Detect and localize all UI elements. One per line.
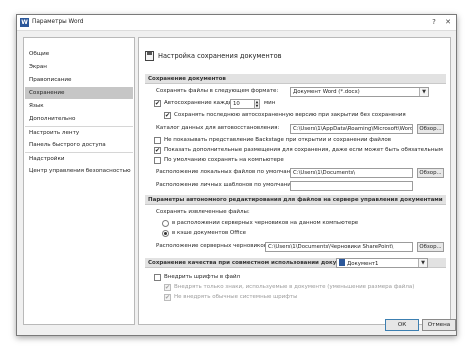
radio-server-drafts[interactable] <box>162 220 169 227</box>
section-server-drafts: Параметры автономного редактирования для… <box>145 195 446 205</box>
local-location-browse-button[interactable]: Обзор... <box>417 168 444 178</box>
autorecover-path-input[interactable]: C:\Users\1\AppData\Roaming\Microsoft\Wor… <box>290 124 413 134</box>
cancel-button[interactable]: Отмена <box>422 319 456 331</box>
dialog-title: Параметры Word <box>32 19 84 25</box>
embed-fonts-label: Внедрить шрифты в файл <box>164 274 241 280</box>
sidebar-item-trust-center[interactable]: Центр управления безопасностью <box>25 165 133 177</box>
local-location-label: Расположение локальных файлов по умолчан… <box>156 169 301 175</box>
keep-last-autosave-checkbox[interactable]: ✔ <box>164 112 171 119</box>
chevron-down-icon: ▼ <box>418 259 427 267</box>
save-format-dropdown[interactable]: Документ Word (*.docx) ▼ <box>290 87 429 97</box>
embed-used-only-label: Внедрять только знаки, используемые в до… <box>174 284 415 290</box>
chevron-down-icon: ▼ <box>419 88 428 96</box>
no-system-fonts-checkbox[interactable]: ✔ <box>164 294 171 301</box>
save-format-value: Документ Word (*.docx) <box>293 89 360 95</box>
server-drafts-path-input[interactable]: C:\Users\1\Documents\Черновики SharePoin… <box>265 242 413 252</box>
close-button[interactable]: ✕ <box>442 17 454 28</box>
section-save-documents: Сохранение документов <box>145 74 446 84</box>
sidebar-item-save[interactable]: Сохранение <box>25 87 133 99</box>
local-location-input[interactable]: C:\Users\1\Documents\ <box>290 168 413 178</box>
sidebar-item-general[interactable]: Общие <box>25 48 133 60</box>
radio-server-drafts-label: в расположении серверных черновиков на д… <box>172 220 359 226</box>
word-app-icon: W <box>20 18 29 27</box>
checked-out-label: Сохранять извлеченные файлы: <box>156 209 250 215</box>
sidebar-item-display[interactable]: Экран <box>25 61 133 73</box>
no-backstage-checkbox[interactable] <box>154 137 161 144</box>
no-system-fonts-label: Не внедрять обычные системные шрифты <box>174 294 298 300</box>
default-computer-label: По умолчанию сохранять на компьютере <box>164 157 284 163</box>
sidebar-item-language[interactable]: Язык <box>25 100 133 112</box>
autosave-label: Автосохранение каждые <box>164 100 237 106</box>
radio-office-cache[interactable] <box>162 230 169 237</box>
spin-down-icon[interactable]: ▼ <box>255 104 259 108</box>
embed-used-only-checkbox[interactable]: ✔ <box>164 284 171 291</box>
save-options-panel: Настройка сохранения документов Сохранен… <box>138 37 451 325</box>
options-sidebar: Общие Экран Правописание Сохранение Язык… <box>23 37 135 325</box>
fidelity-document-dropdown[interactable]: Документ1 ▼ <box>336 258 428 268</box>
sidebar-item-quick-access[interactable]: Панель быстрого доступа <box>25 139 133 151</box>
floppy-disk-icon <box>145 51 154 61</box>
sidebar-item-advanced[interactable]: Дополнительно <box>25 113 133 125</box>
embed-fonts-checkbox[interactable] <box>154 274 161 281</box>
keep-last-autosave-label: Сохранять последнюю автосохраненную верс… <box>174 112 406 118</box>
autosave-spinner[interactable]: ▲ ▼ <box>255 99 260 109</box>
server-drafts-browse-button[interactable]: Обзор... <box>417 242 444 252</box>
sidebar-item-customize-ribbon[interactable]: Настроить ленту <box>25 126 133 138</box>
word-document-icon <box>339 259 345 266</box>
help-button[interactable]: ? <box>428 17 440 28</box>
no-backstage-label: Не показывать представление Backstage пр… <box>164 137 391 143</box>
ok-button[interactable]: ОК <box>385 319 419 331</box>
templates-location-input[interactable] <box>290 181 413 191</box>
show-additional-places-label: Показать дополнительные размещения для с… <box>164 147 443 153</box>
default-computer-checkbox[interactable] <box>154 157 161 164</box>
panel-title: Настройка сохранения документов <box>158 52 282 60</box>
autorecover-browse-button[interactable]: Обзор... <box>417 124 444 134</box>
server-drafts-label: Расположение серверных черновиков: <box>156 243 269 249</box>
fidelity-document-value: Документ1 <box>347 261 379 267</box>
autorecover-label: Каталог данных для автовосстановления: <box>156 125 280 131</box>
sidebar-item-proofing[interactable]: Правописание <box>25 74 133 86</box>
radio-office-cache-label: в кэше документов Office <box>172 230 246 236</box>
autosave-checkbox[interactable]: ✔ <box>154 100 161 107</box>
word-options-dialog: W Параметры Word ? ✕ Общие Экран Правопи… <box>16 14 457 336</box>
sidebar-item-addins[interactable]: Надстройки <box>25 152 133 164</box>
save-format-label: Сохранять файлы в следующем формате: <box>156 88 279 94</box>
autosave-unit: мин <box>264 100 276 106</box>
title-bar: W Параметры Word ? ✕ <box>17 15 456 31</box>
templates-location-label: Расположение личных шаблонов по умолчани… <box>156 182 298 188</box>
show-additional-places-checkbox[interactable]: ✔ <box>154 147 161 154</box>
autosave-minutes-input[interactable]: 10 <box>230 99 255 109</box>
